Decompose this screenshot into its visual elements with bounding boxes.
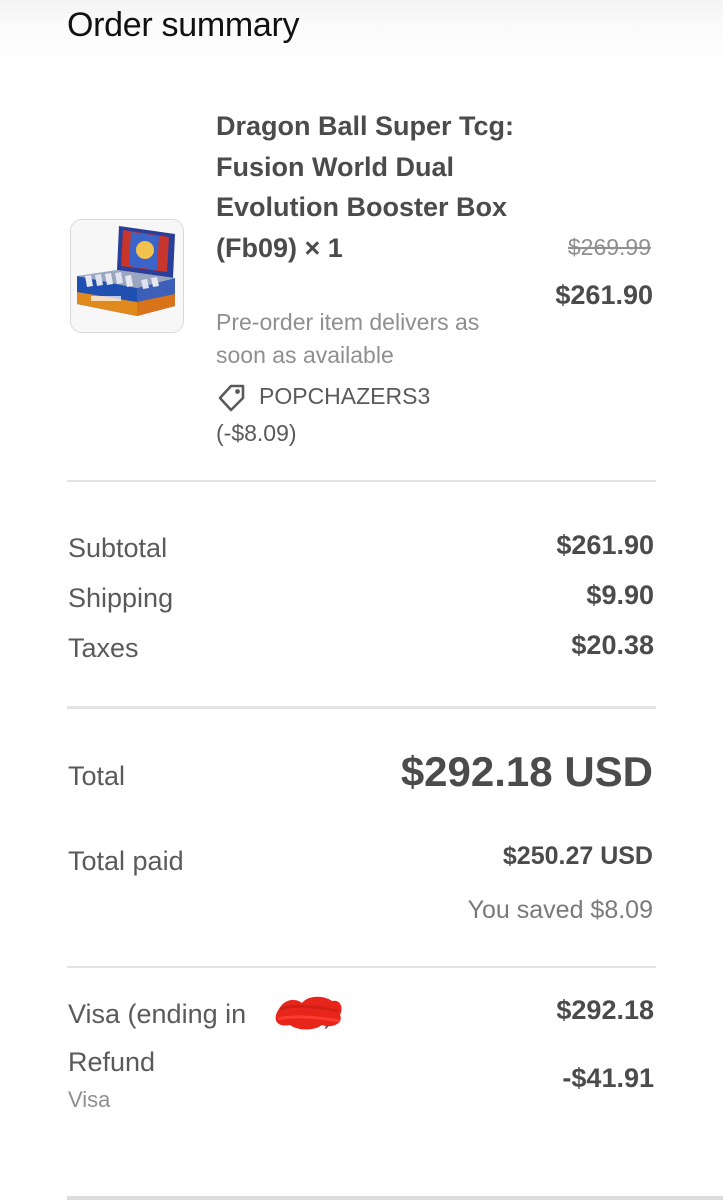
taxes-value: $20.38 xyxy=(571,630,654,660)
item-price: $261.90 xyxy=(555,280,653,310)
preorder-note: Pre-order item delivers as soon as avail… xyxy=(216,309,480,368)
visa-label-text: Visa (ending in xyxy=(68,999,247,1029)
divider xyxy=(67,966,656,968)
refund-value: -$41.91 xyxy=(562,1063,654,1093)
total-paid-label: Total paid xyxy=(68,846,184,876)
divider xyxy=(67,706,656,709)
savings-text: You saved $8.09 xyxy=(467,896,653,924)
visa-payment-value: $292.18 xyxy=(556,995,654,1025)
refund-label: Refund xyxy=(68,1047,156,1077)
discount-code: POPCHAZERS3 (-$8.09) xyxy=(216,383,431,446)
subtotal-value: $261.90 xyxy=(556,530,654,560)
product-thumbnail xyxy=(70,219,184,333)
bottom-divider xyxy=(67,1196,723,1200)
total-value: $292.18 USD xyxy=(400,748,653,795)
subtotal-label: Subtotal xyxy=(68,533,168,563)
total-paid-value: $250.27 USD xyxy=(502,842,653,870)
redaction-scribble xyxy=(275,996,342,1030)
booster-box-icon xyxy=(71,220,183,332)
original-price: $269.99 xyxy=(567,234,651,260)
total-label: Total xyxy=(68,761,126,791)
page-title: Order summary xyxy=(67,6,300,44)
refund-method: Visa xyxy=(68,1087,111,1112)
shipping-label: Shipping xyxy=(68,583,174,613)
taxes-label: Taxes xyxy=(68,633,139,663)
divider xyxy=(67,480,656,482)
shipping-value: $9.90 xyxy=(586,580,654,610)
product-title[interactable]: Dragon Ball Super Tcg: Fusion World Dual… xyxy=(216,106,516,268)
